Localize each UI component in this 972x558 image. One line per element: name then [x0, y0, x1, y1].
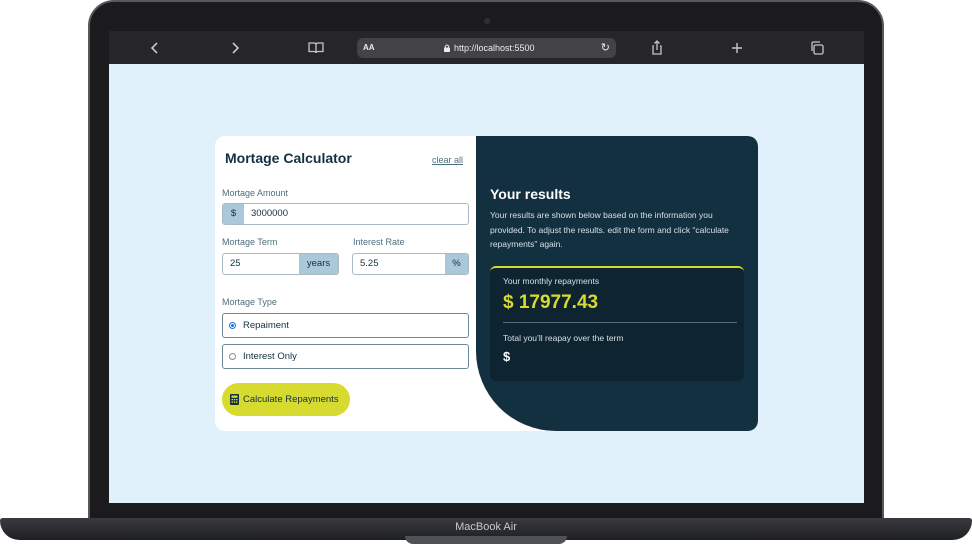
- results-title: Your results: [490, 186, 571, 202]
- calculator-icon: [230, 394, 239, 405]
- calculate-repayments-button[interactable]: Calculate Repayments: [222, 383, 350, 416]
- screen: AA http://localhost:5500 ↻ Mortage Calcu…: [109, 31, 864, 503]
- amount-label: Mortage Amount: [222, 188, 289, 198]
- lock-icon: [444, 44, 450, 52]
- radio-repayment-label: Repaiment: [243, 320, 289, 331]
- url-text: http://localhost:5500: [454, 43, 535, 53]
- radio-interest-only-label: Interest Only: [243, 351, 297, 362]
- calculate-button-label: Calculate Repayments: [243, 394, 339, 405]
- clear-all-link[interactable]: clear all: [432, 155, 463, 165]
- radio-interest-only[interactable]: Interest Only: [222, 344, 469, 369]
- amount-field[interactable]: $ 3000000: [222, 203, 469, 225]
- reload-icon[interactable]: ↻: [601, 38, 610, 58]
- years-suffix: years: [299, 254, 338, 274]
- address-bar[interactable]: AA http://localhost:5500 ↻: [357, 38, 616, 58]
- browser-toolbar: AA http://localhost:5500 ↻: [109, 31, 864, 64]
- monthly-repayments-value: $ 17977.43: [503, 292, 599, 313]
- monthly-repayments-label: Your monthly repayments: [503, 276, 600, 286]
- share-icon[interactable]: [645, 36, 669, 60]
- tabs-icon[interactable]: [805, 36, 829, 60]
- currency-prefix: $: [223, 204, 244, 224]
- percent-suffix: %: [445, 254, 468, 274]
- type-label: Mortage Type: [222, 297, 277, 307]
- camera-icon: [484, 18, 490, 24]
- radio-unchecked-icon: [229, 353, 236, 360]
- rate-value: 5.25: [360, 258, 379, 269]
- device-brand-label: MacBook Air: [455, 521, 517, 533]
- text-size-button[interactable]: AA: [363, 38, 375, 58]
- radio-repayment[interactable]: Repaiment: [222, 313, 469, 338]
- term-value: 25: [230, 258, 241, 269]
- mortgage-calculator-card: Mortage Calculator clear all Mortage Amo…: [215, 136, 758, 431]
- forward-icon[interactable]: [223, 36, 247, 60]
- radio-checked-icon: [229, 322, 236, 329]
- calculator-form: Mortage Calculator clear all Mortage Amo…: [215, 136, 477, 431]
- term-label: Mortage Term: [222, 237, 278, 247]
- total-repay-value: $: [503, 349, 511, 364]
- new-tab-icon[interactable]: [725, 36, 749, 60]
- results-panel: Your results Your results are shown belo…: [476, 136, 758, 431]
- laptop-base: MacBook Air: [0, 518, 972, 558]
- amount-value: 3000000: [251, 208, 288, 219]
- rate-field[interactable]: 5.25 %: [352, 253, 469, 275]
- rate-label: Interest Rate: [353, 237, 405, 247]
- bookmarks-icon[interactable]: [304, 36, 328, 60]
- results-divider: [503, 322, 737, 323]
- term-field[interactable]: 25 years: [222, 253, 339, 275]
- results-description: Your results are shown below based on th…: [490, 210, 729, 249]
- laptop-notch: [405, 536, 567, 544]
- results-box: Your monthly repayments $ 17977.43 Total…: [490, 266, 744, 381]
- total-repay-label: Total you’ll reapay over the term: [503, 333, 624, 343]
- back-icon[interactable]: [143, 36, 167, 60]
- page-title: Mortage Calculator: [225, 150, 352, 166]
